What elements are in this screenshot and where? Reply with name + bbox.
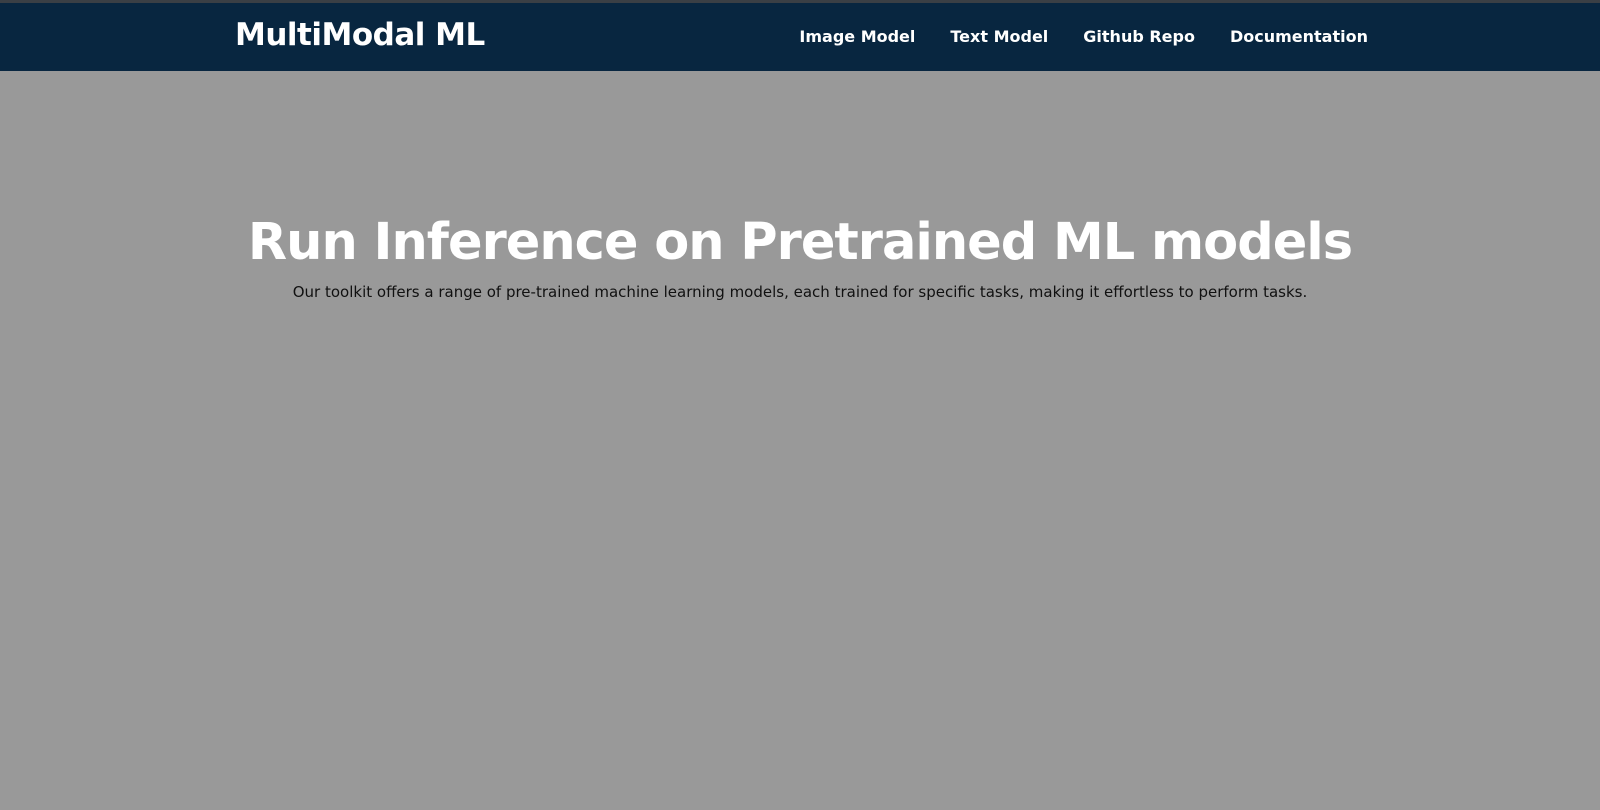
nav-link-image-model[interactable]: Image Model — [799, 27, 915, 46]
nav-link-github-repo[interactable]: Github Repo — [1083, 27, 1195, 46]
nav-links: Image Model Text Model Github Repo Docum… — [799, 27, 1368, 46]
nav-link-documentation[interactable]: Documentation — [1230, 27, 1368, 46]
navbar: MultiModal ML Image Model Text Model Git… — [0, 3, 1600, 71]
hero-subtitle: Our toolkit offers a range of pre-traine… — [292, 283, 1308, 301]
hero-title: Run Inference on Pretrained ML models — [247, 213, 1353, 272]
nav-link-text-model[interactable]: Text Model — [950, 27, 1048, 46]
hero-section: Run Inference on Pretrained ML models Ou… — [0, 205, 1600, 303]
brand-logo-link[interactable]: MultiModal ML — [235, 17, 485, 53]
